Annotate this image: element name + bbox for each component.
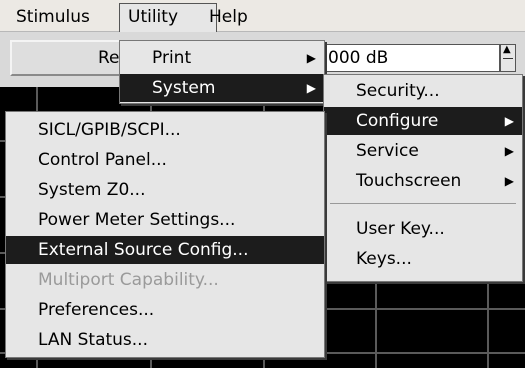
menu-item-touchscreen[interactable]: Touchscreen ▶: [324, 167, 522, 195]
menu-item-label: Configure: [356, 111, 439, 131]
field-label: Re: [98, 48, 120, 68]
menu-item-label: Security...: [356, 81, 440, 101]
menu-item-label: System Z0...: [38, 180, 146, 200]
submenu-arrow-icon: ▶: [306, 81, 316, 95]
menu-item-preferences[interactable]: Preferences...: [6, 296, 324, 324]
menu-item-security[interactable]: Security...: [324, 77, 522, 105]
utility-menu: Print ▶ System ▶: [119, 40, 325, 104]
configure-submenu: SICL/GPIB/SCPI... Control Panel... Syste…: [5, 111, 325, 358]
menu-item-keys[interactable]: Keys...: [324, 245, 522, 273]
menu-item-system-z0[interactable]: System Z0...: [6, 176, 324, 204]
spin-divider: [503, 58, 513, 59]
menu-item-system[interactable]: System ▶: [120, 74, 324, 102]
menu-item-service[interactable]: Service ▶: [324, 137, 522, 165]
chevron-up-icon: ▲: [503, 44, 511, 55]
menu-help[interactable]: Help: [201, 4, 256, 30]
menu-item-lan-status[interactable]: LAN Status...: [6, 326, 324, 354]
menu-item-external-source-config[interactable]: External Source Config...: [6, 236, 324, 264]
menu-item-label: Control Panel...: [38, 150, 167, 170]
submenu-arrow-icon: ▶: [504, 144, 514, 158]
value-input[interactable]: ).000 dB: [310, 44, 500, 72]
submenu-arrow-icon: ▶: [306, 51, 316, 65]
spin-button[interactable]: ▲: [500, 44, 516, 72]
menu-stimulus[interactable]: Stimulus: [8, 4, 98, 30]
submenu-arrow-icon: ▶: [504, 114, 514, 128]
menu-item-label: External Source Config...: [38, 240, 249, 260]
menu-item-print[interactable]: Print ▶: [120, 44, 324, 72]
submenu-arrow-icon: ▶: [504, 174, 514, 188]
menu-item-user-key[interactable]: User Key...: [324, 215, 522, 243]
menu-item-sicl-gpib-scpi[interactable]: SICL/GPIB/SCPI...: [6, 116, 324, 144]
menu-item-label: Keys...: [356, 249, 412, 269]
menu-item-label: Preferences...: [38, 300, 155, 320]
menu-item-control-panel[interactable]: Control Panel...: [6, 146, 324, 174]
menu-item-label: LAN Status...: [38, 330, 148, 350]
menu-item-label: SICL/GPIB/SCPI...: [38, 120, 181, 140]
menu-item-power-meter-settings[interactable]: Power Meter Settings...: [6, 206, 324, 234]
menu-bar: Stimulus Utility Help: [0, 0, 525, 33]
menu-item-label: Print: [152, 48, 192, 68]
menu-item-label: System: [152, 78, 216, 98]
menu-item-label: Touchscreen: [356, 171, 462, 191]
menu-item-label: Power Meter Settings...: [38, 210, 236, 230]
menu-item-multiport-capability: Multiport Capability...: [6, 266, 324, 294]
menu-item-label: Service: [356, 141, 419, 161]
menu-item-configure[interactable]: Configure ▶: [324, 107, 522, 135]
menu-separator: [330, 203, 516, 204]
menu-item-label: Multiport Capability...: [38, 270, 219, 290]
system-submenu: Security... Configure ▶ Service ▶ Touchs…: [323, 74, 523, 282]
menu-item-label: User Key...: [356, 219, 445, 239]
